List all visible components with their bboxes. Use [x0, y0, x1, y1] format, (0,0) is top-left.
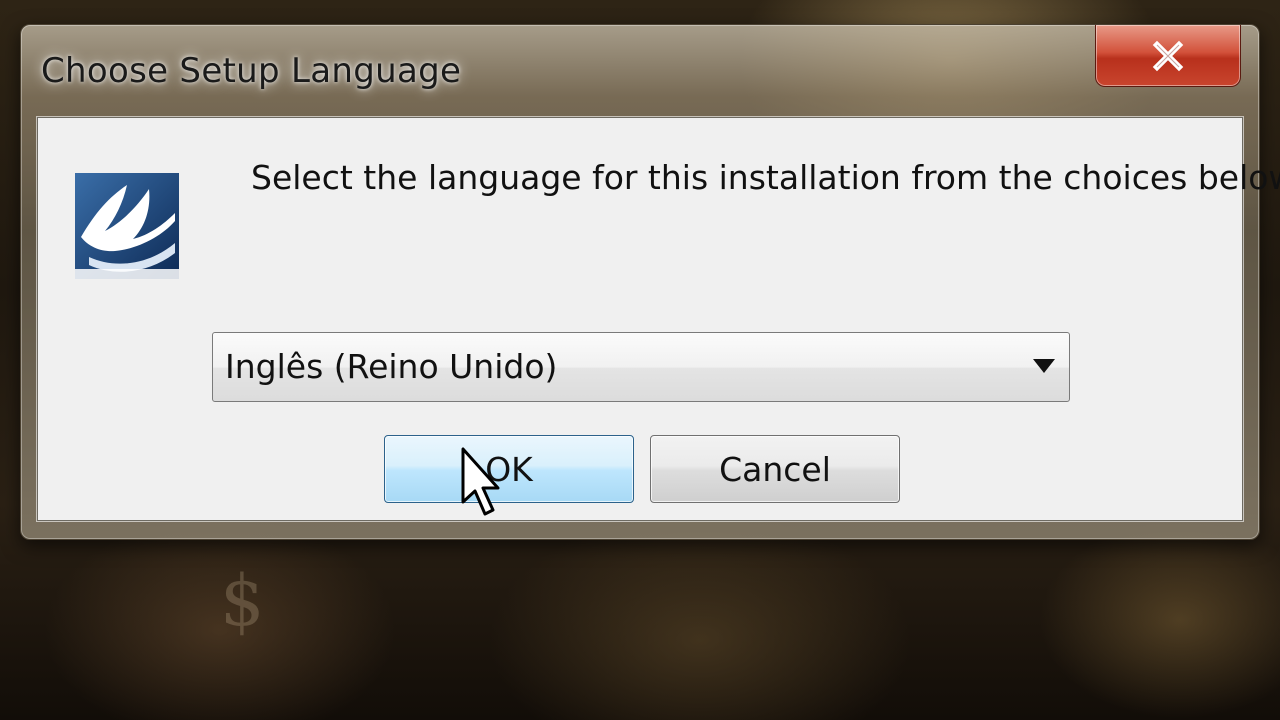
dialog-title: Choose Setup Language: [41, 51, 462, 91]
title-bar[interactable]: Choose Setup Language: [21, 25, 1259, 117]
wallpaper-decoration: $: [220, 560, 265, 642]
cancel-button-label: Cancel: [719, 449, 831, 489]
instruction-text: Select the language for this installatio…: [251, 158, 1280, 197]
setup-language-dialog: Choose Setup Language Select the languag…: [20, 24, 1280, 540]
chevron-down-icon[interactable]: [1033, 359, 1055, 373]
dialog-content: Select the language for this installatio…: [37, 117, 1280, 521]
language-dropdown[interactable]: Inglês (Reino Unido): [212, 332, 1070, 402]
close-button[interactable]: [1095, 25, 1241, 87]
installer-logo-icon: [75, 173, 179, 279]
cancel-button[interactable]: Cancel: [650, 435, 900, 503]
close-icon: [1152, 40, 1184, 71]
ok-button[interactable]: OK: [384, 435, 634, 503]
ok-button-label: OK: [485, 449, 533, 489]
selected-language: Inglês (Reino Unido): [225, 347, 558, 386]
desktop-background: $ Choose Setup Language Select the langu…: [0, 0, 1280, 720]
